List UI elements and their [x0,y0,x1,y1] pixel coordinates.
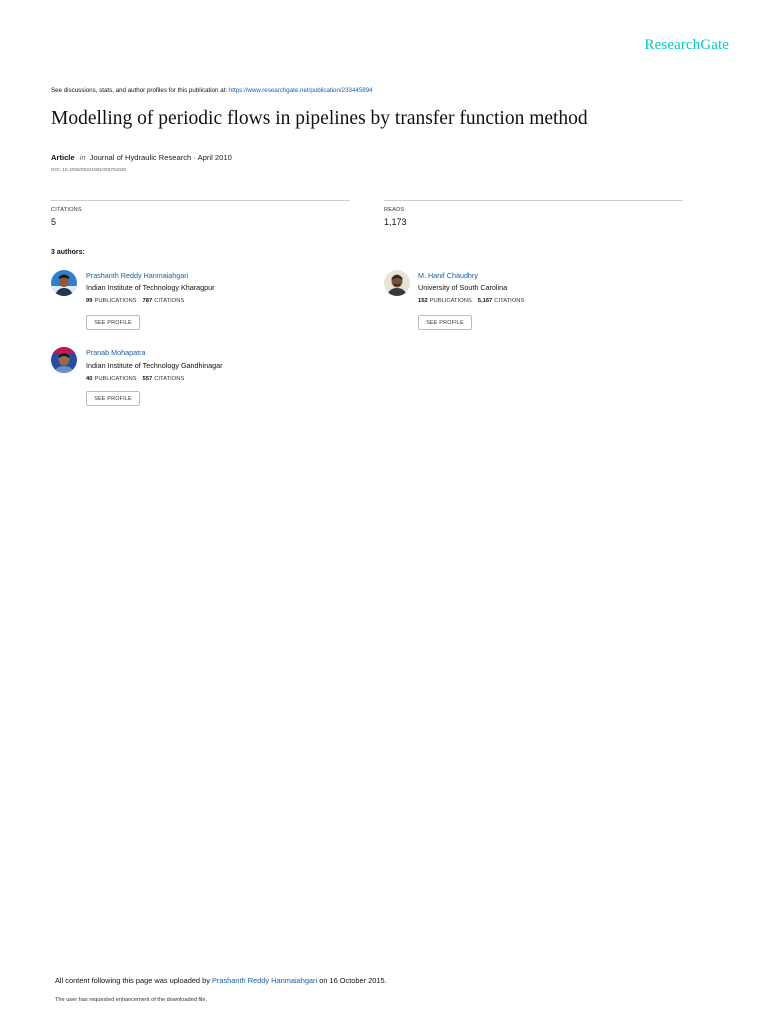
in-label: in [79,153,86,162]
upload-suffix: on 16 October 2015. [319,976,387,985]
author-card: Pranab Mohapatra Indian Institute of Tec… [51,347,351,409]
upload-prefix: All content following this page was uplo… [55,976,210,985]
paper-meta: Article in Journal of Hydraulic Research ·… [51,153,232,162]
citations-count: 5,167 [477,298,493,304]
author-name[interactable]: M. Hanif Chaudhry [418,271,478,280]
see-profile-button[interactable]: SEE PROFILE [418,315,472,330]
reads-value: 1,173 [384,217,407,227]
avatar[interactable] [384,270,410,296]
enhancement-note: The user has requested enhancement of th… [55,997,208,1003]
publications-count: 152 [418,298,428,304]
publication-link[interactable]: https://www.researchgate.net/publication… [229,87,373,94]
see-profile-button[interactable]: SEE PROFILE [86,315,140,330]
author-stats: 40 PUBLICATIONS 557 CITATIONS [86,376,184,382]
upload-line: All content following this page was uplo… [55,976,387,985]
publications-label: PUBLICATIONS [94,376,137,382]
citations-value: 5 [51,217,57,227]
publications-label: PUBLICATIONS [429,298,472,304]
discussion-text: See discussions, stats, and author profi… [51,87,228,94]
citations-count: 787 [142,298,153,304]
authors-heading: 3 authors: [51,249,85,256]
author-name[interactable]: Prashanth Reddy Hanmaiahgari [86,271,188,280]
paper-type: Article [51,153,75,162]
author-stats: 99 PUBLICATIONS 787 CITATIONS [86,298,184,304]
publications-count: 40 [86,376,93,382]
citations-label: CITATIONS [154,376,185,382]
author-stats: 152 PUBLICATIONS 5,167 CITATIONS [418,298,524,304]
journal-info: Journal of Hydraulic Research · April 20… [89,153,232,162]
paper-title: Modelling of periodic flows in pipelines… [51,108,588,129]
reads-label: READS [384,207,405,213]
citations-label: CITATIONS [51,207,82,213]
citations-divider [51,200,350,201]
publications-label: PUBLICATIONS [94,298,137,304]
see-profile-button[interactable]: SEE PROFILE [86,391,140,406]
uploader-link[interactable]: Prashanth Reddy Hanmaiahgari [212,976,317,985]
avatar[interactable] [51,347,77,373]
publications-count: 99 [86,298,93,304]
discussion-line: See discussions, stats, and author profi… [51,87,373,94]
reads-divider [384,200,683,201]
citations-label: CITATIONS [494,298,525,304]
author-institution: Indian Institute of Technology Gandhinag… [86,361,223,370]
citations-count: 557 [142,376,153,382]
citations-label: CITATIONS [154,298,185,304]
author-institution: Indian Institute of Technology Kharagpur [86,283,215,292]
author-institution: University of South Carolina [418,283,508,292]
paper-doi: DOI: 10.1080/00221681003704020 [51,168,127,173]
researchgate-logo[interactable]: ResearchGate [645,37,729,54]
avatar[interactable] [51,270,77,296]
author-name[interactable]: Pranab Mohapatra [86,348,146,357]
author-card: Prashanth Reddy Hanmaiahgari Indian Inst… [51,270,351,332]
author-card: M. Hanif Chaudhry University of South Ca… [384,270,684,332]
